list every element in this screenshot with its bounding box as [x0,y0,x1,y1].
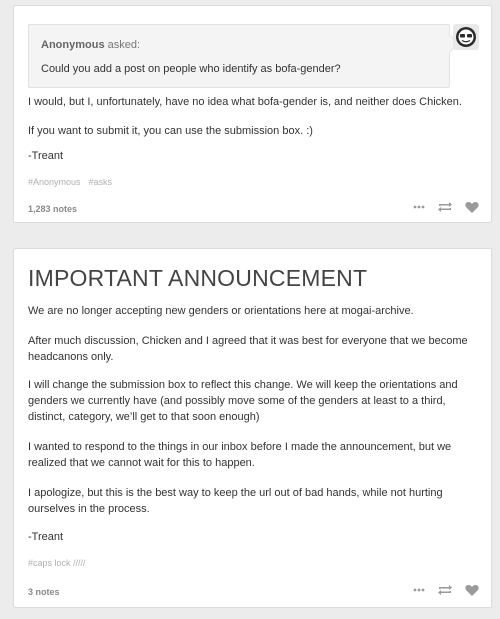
post-paragraph: If you want to submit it, you can use th… [28,125,313,137]
tag-link[interactable]: #caps lock ///// [28,558,86,568]
post-paragraph: I will change the submission box to refl… [28,379,458,423]
notes-count[interactable]: 3 notes [28,587,60,597]
post-actions [413,584,479,596]
post-paragraph: I apologize, but this is the best way to… [28,487,443,515]
reblog-icon[interactable] [437,201,453,213]
notes-count[interactable]: 1,283 notes [28,204,77,214]
post-paragraph: After much discussion, Chicken and I agr… [28,335,468,363]
more-dots-icon[interactable] [413,588,425,592]
asker-name[interactable]: Anonymous [41,39,105,51]
post-paragraph: We are no longer accepting new genders o… [28,305,414,317]
asker-line: Anonymous asked: [41,39,140,51]
post-signature: -Treant [28,150,64,162]
avatar-face-icon [456,27,476,47]
ask-post: Anonymous asked: Could you add a post on… [13,5,492,223]
post-signature: -Treant [28,531,64,543]
post-paragraph: I wanted to respond to the things in our… [28,441,452,469]
heart-icon[interactable] [465,584,479,596]
asked-label: asked: [107,39,141,51]
ask-bubble: Anonymous asked: Could you add a post on… [28,24,450,88]
announcement-post: IMPORTANT ANNOUNCEMENT We are no longer … [13,248,492,608]
heart-icon[interactable] [465,201,479,213]
more-dots-icon[interactable] [413,205,425,209]
ask-question: Could you add a post on people who ident… [41,63,341,75]
post-title: IMPORTANT ANNOUNCEMENT [28,265,368,291]
post-actions [413,201,479,213]
tag-link[interactable]: #asks [89,177,113,187]
post-paragraph: I would, but I, unfortunately, have no i… [28,96,462,108]
tag-list: #caps lock ///// [28,558,86,568]
tag-list: #Anonymous #asks [28,177,112,187]
asker-avatar[interactable] [453,24,479,50]
reblog-icon[interactable] [437,584,453,596]
tag-link[interactable]: #Anonymous [28,177,81,187]
